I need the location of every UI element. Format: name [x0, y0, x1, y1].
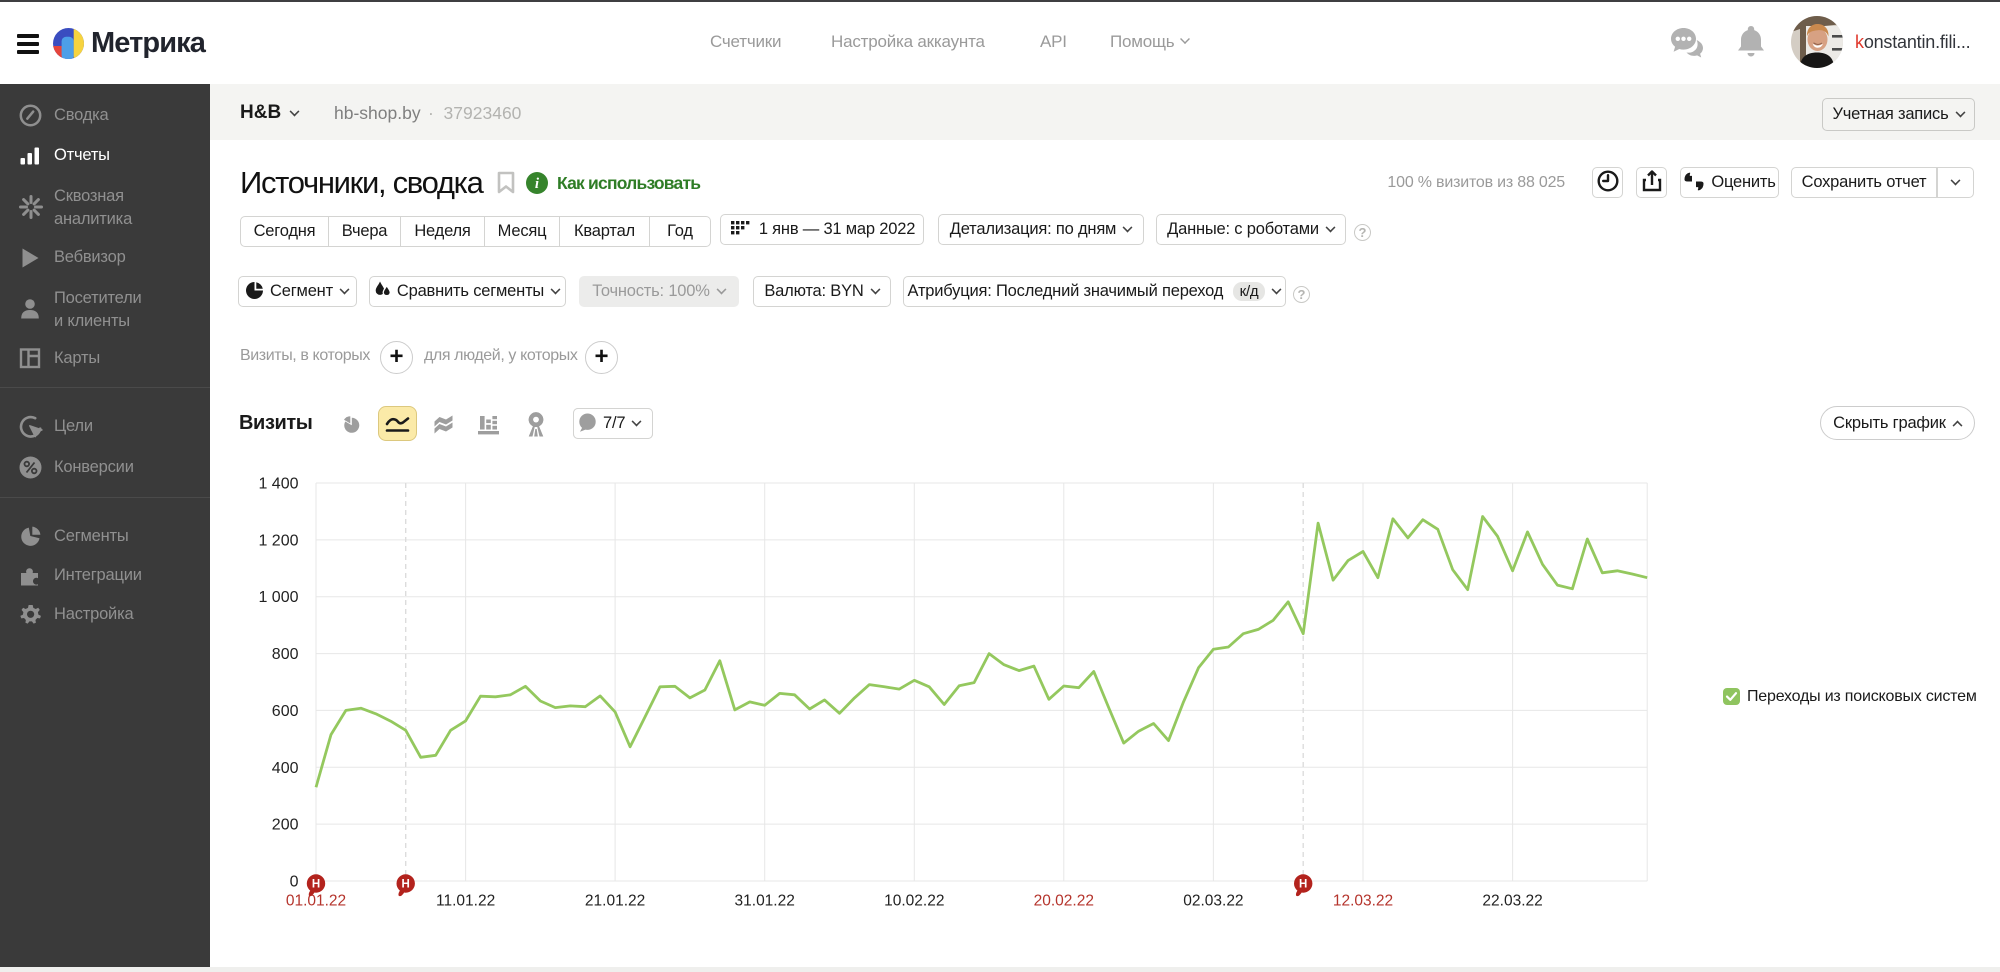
- svg-text:1 200: 1 200: [258, 532, 298, 549]
- svg-text:1 400: 1 400: [258, 476, 298, 493]
- svg-text:1 000: 1 000: [258, 589, 298, 606]
- svg-text:600: 600: [272, 703, 299, 720]
- svg-text:200: 200: [272, 817, 299, 834]
- svg-text:20.02.22: 20.02.22: [1034, 893, 1094, 910]
- svg-text:02.03.22: 02.03.22: [1183, 893, 1243, 910]
- svg-text:22.03.22: 22.03.22: [1482, 893, 1542, 910]
- svg-text:12.03.22: 12.03.22: [1333, 893, 1393, 910]
- svg-text:10.02.22: 10.02.22: [884, 893, 944, 910]
- svg-text:800: 800: [272, 646, 299, 663]
- svg-text:11.01.22: 11.01.22: [436, 893, 495, 910]
- svg-text:H: H: [402, 879, 410, 891]
- svg-text:21.01.22: 21.01.22: [585, 893, 645, 910]
- svg-text:H: H: [312, 879, 320, 891]
- svg-text:400: 400: [272, 760, 299, 777]
- svg-text:31.01.22: 31.01.22: [735, 893, 795, 910]
- svg-text:01.01.22: 01.01.22: [286, 893, 346, 910]
- svg-text:0: 0: [290, 874, 299, 891]
- svg-text:H: H: [1299, 879, 1307, 891]
